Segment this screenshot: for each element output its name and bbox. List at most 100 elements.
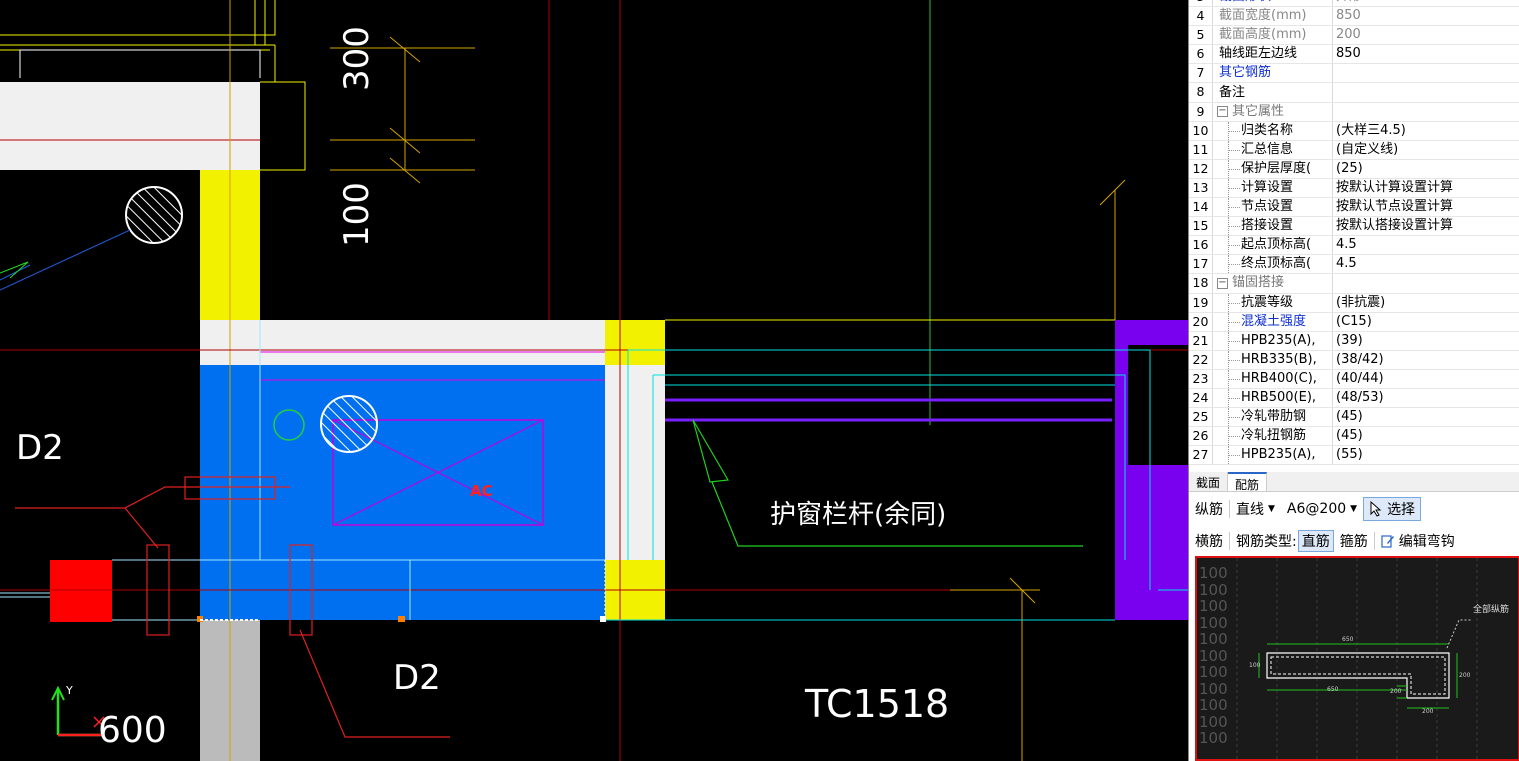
property-name: 汇总信息 xyxy=(1241,141,1294,157)
property-row[interactable]: 11 汇总信息 (自定义线) xyxy=(1189,140,1519,160)
longitudinal-button[interactable]: 纵筋 xyxy=(1189,497,1229,521)
row-number: 14 xyxy=(1189,198,1213,217)
property-row[interactable]: 9− 其它属性 xyxy=(1189,102,1519,122)
property-name: 起点顶标高( xyxy=(1241,237,1312,253)
section-preview[interactable]: 100 100 100 100 100 100 100 100 100 100 100 全部纵筋 6… xyxy=(1195,556,1519,761)
tree-line-icon xyxy=(1219,121,1241,140)
row-number: 17 xyxy=(1189,255,1213,274)
hatched-circle-1 xyxy=(125,186,183,244)
property-row[interactable]: 6 轴线距左边线 850 xyxy=(1189,45,1519,65)
property-value[interactable]: (非抗震) xyxy=(1333,294,1519,312)
cad-drawing xyxy=(0,0,1188,761)
dim-100: 100 xyxy=(337,182,377,247)
edit-icon xyxy=(1381,535,1394,548)
select-button[interactable]: 选择 xyxy=(1363,497,1422,521)
property-value[interactable]: 按默认搭接设置计算 xyxy=(1333,217,1519,235)
label-tc1518: TC1518 xyxy=(805,682,950,726)
property-name-cell: HRB335(B), xyxy=(1213,350,1333,369)
property-value[interactable] xyxy=(1333,64,1519,82)
tab-section[interactable]: 截面 xyxy=(1189,472,1229,491)
property-value[interactable]: 按默认节点设置计算 xyxy=(1333,198,1519,216)
property-row[interactable]: 15 搭接设置 按默认搭接设置计算 xyxy=(1189,217,1519,237)
property-row[interactable]: 20 混凝土强度 (C15) xyxy=(1189,312,1519,332)
property-row[interactable]: 19 抗震等级 (非抗震) xyxy=(1189,293,1519,313)
property-row[interactable]: 24 HRB500(E), (48/53) xyxy=(1189,388,1519,409)
property-name-cell: 计算设置 xyxy=(1213,178,1333,198)
property-name-cell: 冷轧扭钢筋 xyxy=(1213,427,1333,446)
tree-line-icon xyxy=(1219,178,1241,198)
preview-dim-left: 100 xyxy=(1249,662,1261,669)
straight-rebar-button[interactable]: 直筋 xyxy=(1297,530,1334,552)
tree-line-icon xyxy=(1219,255,1241,274)
tab-rebar[interactable]: 配筋 xyxy=(1228,472,1268,492)
gray-wall-top xyxy=(0,82,260,170)
line-type-label: 直线 xyxy=(1236,502,1264,518)
property-row[interactable]: 16 起点顶标高(4.5 xyxy=(1189,236,1519,256)
row-number: 9 xyxy=(1189,102,1213,121)
row-number: 4 xyxy=(1189,7,1213,26)
red-column xyxy=(50,560,112,622)
cad-canvas[interactable]: 300 100 600 D2 D2 TC1518 AC 护窗栏杆(余同) Y xyxy=(0,0,1188,761)
property-row[interactable]: 27 HPB235(A), (55) xyxy=(1189,446,1519,466)
property-row[interactable]: 14 节点设置 按默认节点设置计算 xyxy=(1189,198,1519,218)
property-value[interactable]: 200 xyxy=(1333,26,1519,44)
property-row[interactable]: 7 其它钢筋 xyxy=(1189,64,1519,84)
blue-slab xyxy=(200,365,605,620)
line-type-dropdown[interactable]: 直线 ▼ xyxy=(1230,497,1281,521)
property-name: 节点设置 xyxy=(1241,199,1294,215)
property-row[interactable]: 25 冷轧带肋钢 (45) xyxy=(1189,408,1519,428)
edit-hook-button[interactable]: 编辑弯钩 xyxy=(1375,529,1461,553)
property-value[interactable] xyxy=(1333,274,1519,292)
property-name: 保护层厚度( xyxy=(1241,160,1312,176)
property-value[interactable]: 按默认计算设置计算 xyxy=(1333,179,1519,197)
property-value[interactable]: (55) xyxy=(1333,446,1519,464)
property-row[interactable]: 13 计算设置 按默认计算设置计算 xyxy=(1189,178,1519,199)
property-row[interactable]: 10 归类名称 (大样三4.5) xyxy=(1189,121,1519,141)
property-value[interactable] xyxy=(1333,83,1519,101)
property-row[interactable]: 17 终点顶标高(4.5 xyxy=(1189,255,1519,275)
property-value[interactable]: 4.5 xyxy=(1333,236,1519,254)
property-value[interactable]: 850 xyxy=(1333,45,1519,63)
row-number: 11 xyxy=(1189,140,1213,159)
property-value[interactable]: (38/42) xyxy=(1333,351,1519,369)
property-row[interactable]: 3 截面形状 异形 xyxy=(1189,0,1519,8)
property-row[interactable]: 21 HPB235(A), (39) xyxy=(1189,331,1519,351)
row-number: 8 xyxy=(1189,83,1213,102)
property-row[interactable]: 4 截面宽度(mm) 850 xyxy=(1189,7,1519,27)
property-row[interactable]: 23 HRB400(C), (40/44) xyxy=(1189,369,1519,389)
property-value[interactable]: 4.5 xyxy=(1333,255,1519,273)
collapse-icon[interactable]: − xyxy=(1217,106,1228,118)
property-row[interactable]: 22 HRB335(B), (38/42) xyxy=(1189,350,1519,370)
property-row[interactable]: 5 截面高度(mm) 200 xyxy=(1189,26,1519,46)
rebar-spec-dropdown[interactable]: A6@200 ▼ xyxy=(1281,497,1363,521)
property-value[interactable]: (40/44) xyxy=(1333,370,1519,388)
collapse-icon[interactable]: − xyxy=(1217,277,1228,289)
property-row[interactable]: 26 冷轧扭钢筋 (45) xyxy=(1189,427,1519,447)
property-value[interactable]: 异形 xyxy=(1333,0,1519,6)
property-table[interactable]: 3截面形状异形4截面宽度(mm)8505截面高度(mm)2006轴线距左边线85… xyxy=(1189,0,1519,466)
property-value[interactable]: 850 xyxy=(1333,7,1519,25)
property-value[interactable]: (39) xyxy=(1333,332,1519,350)
property-value[interactable] xyxy=(1333,103,1519,121)
preview-dim-bottom: 650 xyxy=(1327,686,1339,693)
rebar-toolbar-1: 纵筋 直线 ▼ A6@200 ▼ 选择 xyxy=(1189,494,1519,524)
property-row[interactable]: 12 保护层厚度((25) xyxy=(1189,159,1519,179)
property-name-cell: HRB400(C), xyxy=(1213,369,1333,388)
property-name: 轴线距左边线 xyxy=(1219,46,1298,62)
property-value[interactable]: (25) xyxy=(1333,160,1519,178)
property-value[interactable]: (大样三4.5) xyxy=(1333,122,1519,140)
row-number: 22 xyxy=(1189,350,1213,369)
property-value[interactable]: (45) xyxy=(1333,408,1519,426)
property-value[interactable]: (自定义线) xyxy=(1333,141,1519,159)
transverse-button[interactable]: 横筋 xyxy=(1189,529,1229,553)
rebar-spec-value: A6@200 xyxy=(1286,501,1347,517)
property-name: 截面高度(mm) xyxy=(1219,27,1307,43)
property-value[interactable]: (C15) xyxy=(1333,313,1519,331)
stirrup-button[interactable]: 箍筋 xyxy=(1334,529,1374,553)
property-row[interactable]: 8 备注 xyxy=(1189,83,1519,103)
property-row[interactable]: 18− 锚固搭接 xyxy=(1189,274,1519,294)
property-value[interactable]: (48/53) xyxy=(1333,389,1519,407)
property-value[interactable]: (45) xyxy=(1333,427,1519,445)
property-name-cell: 混凝土强度 xyxy=(1213,312,1333,331)
row-number: 6 xyxy=(1189,45,1213,64)
